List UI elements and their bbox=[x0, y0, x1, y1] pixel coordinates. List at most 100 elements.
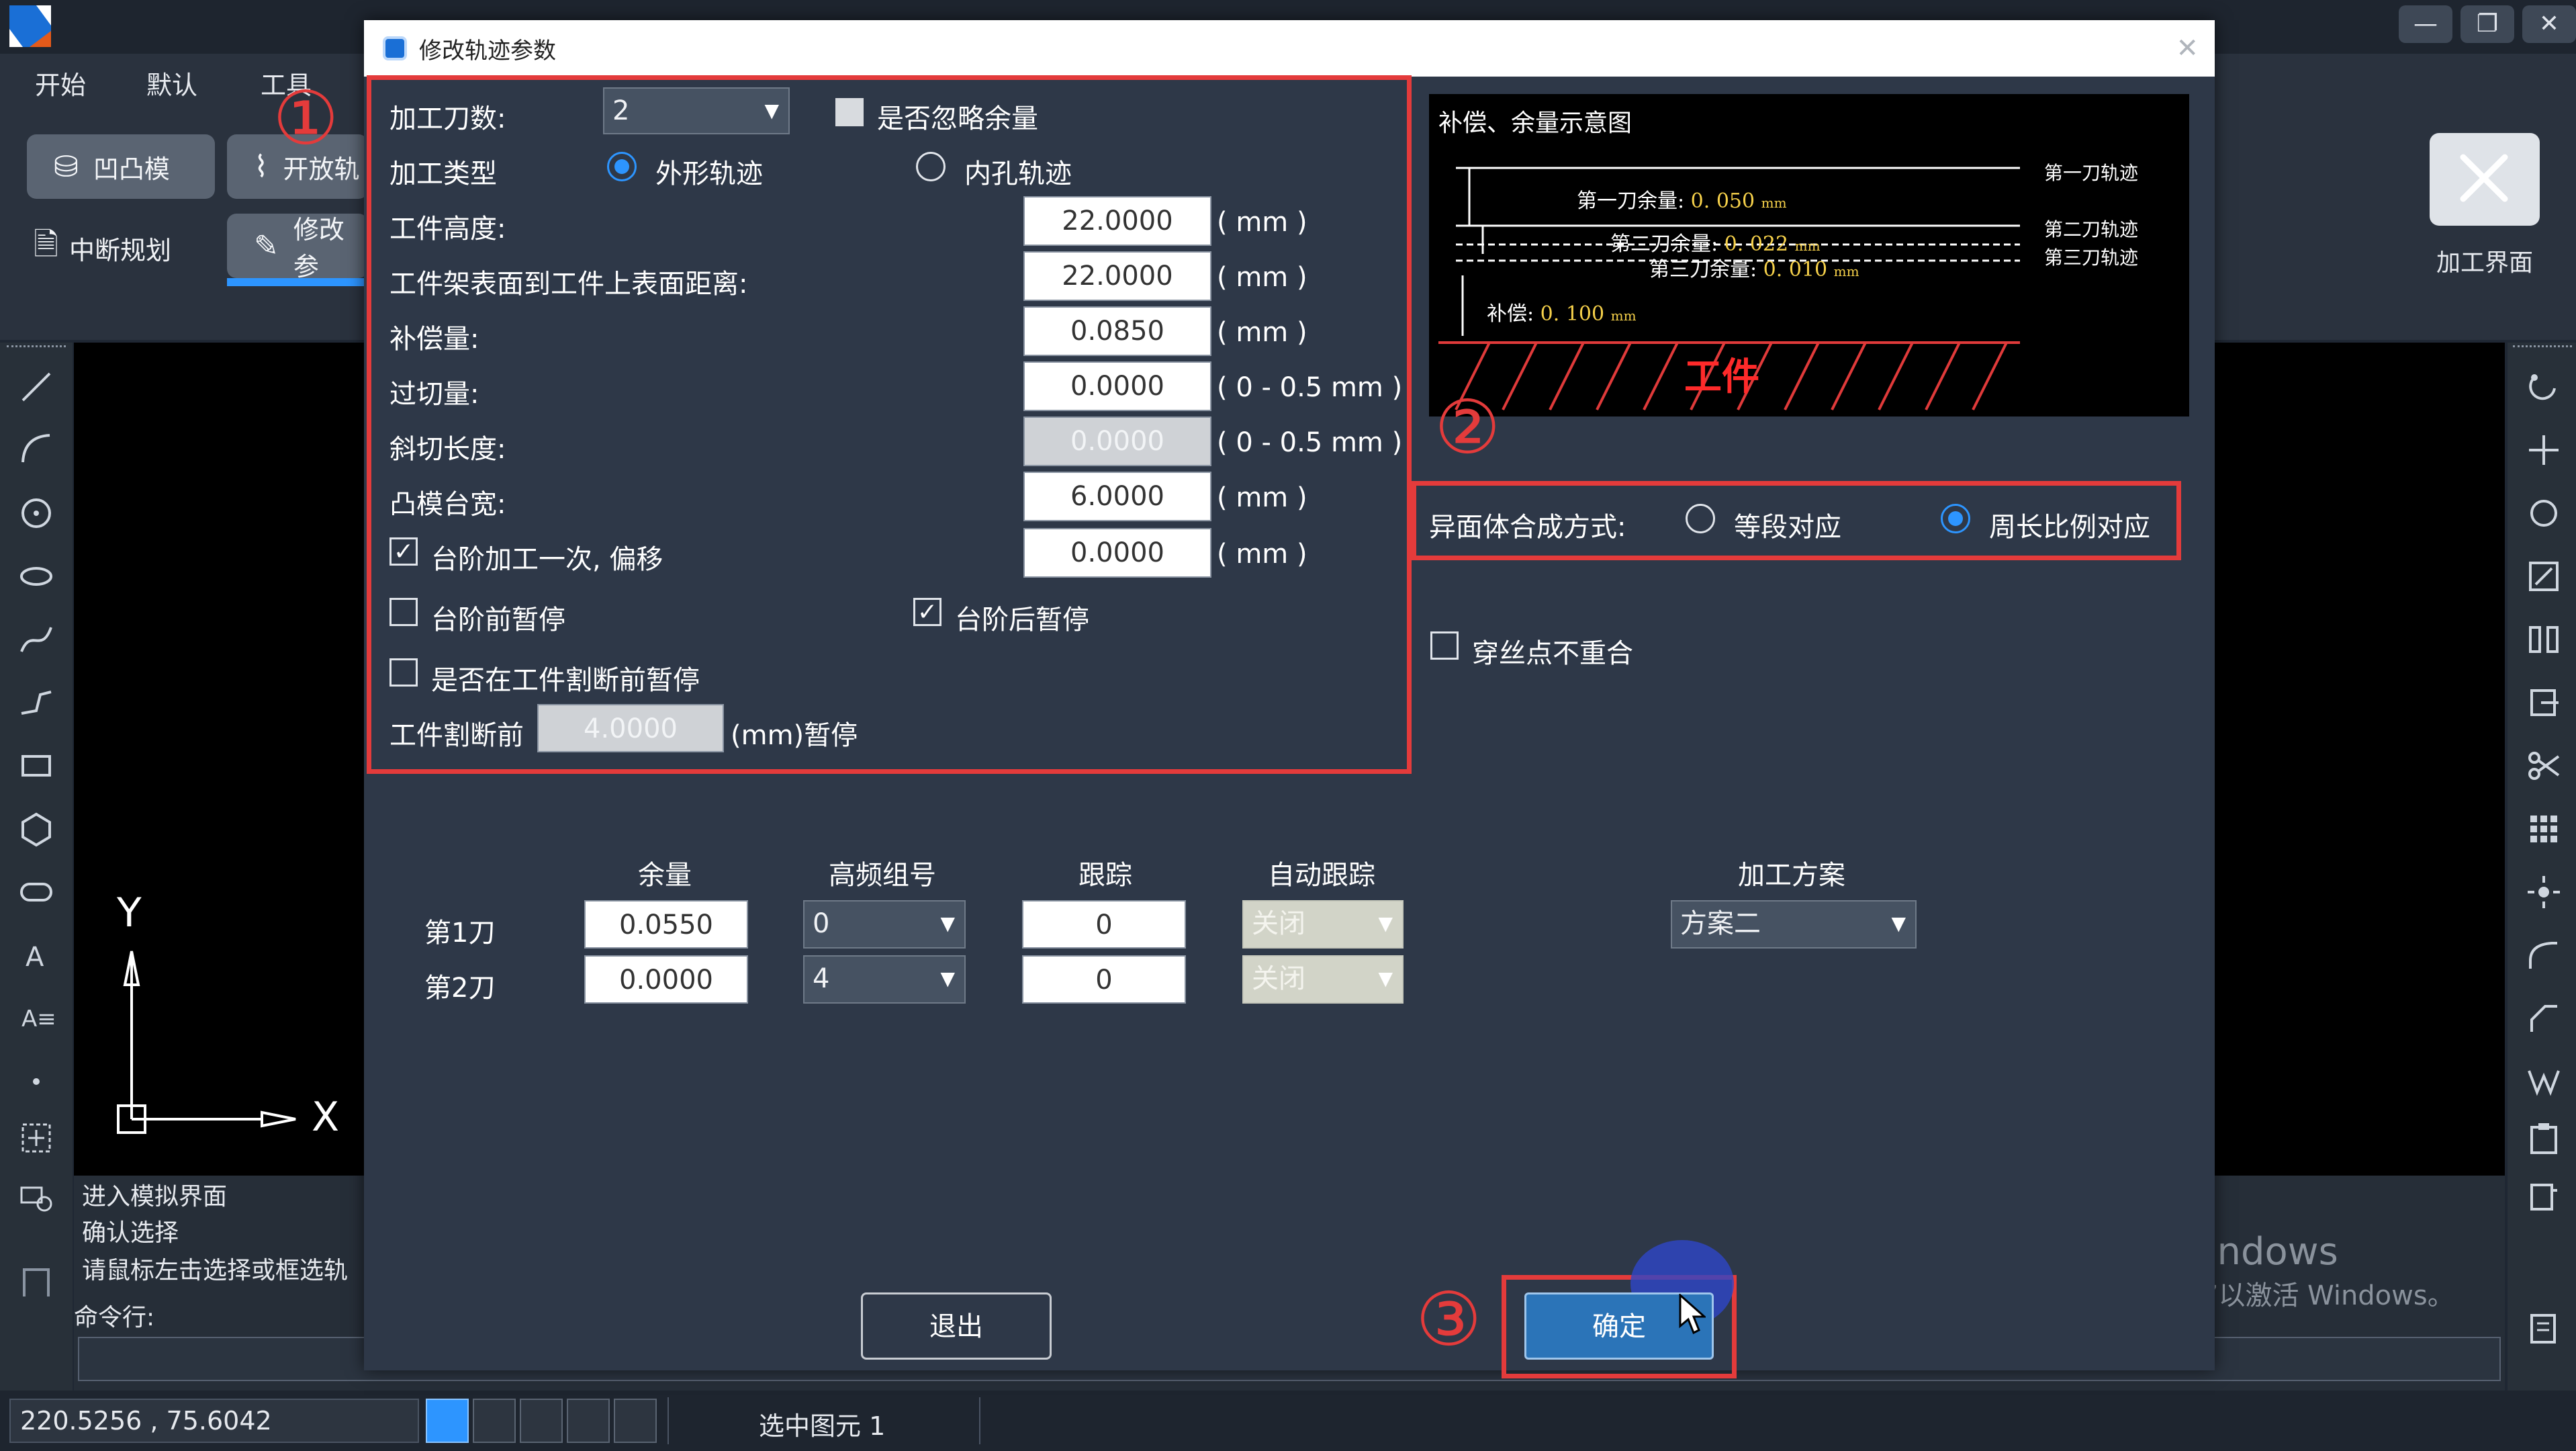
spline-tool-icon[interactable] bbox=[17, 621, 55, 658]
mirror-icon[interactable] bbox=[2525, 621, 2563, 658]
step-offset-unit: ( mm ) bbox=[1217, 539, 1307, 570]
rack-distance-input[interactable]: 22.0000 bbox=[1023, 251, 1211, 301]
overcut-label: 过切量: bbox=[389, 379, 479, 410]
row2-auto-tracking-select: 关闭 ▼ bbox=[1242, 955, 1404, 1004]
simulate-tool-icon[interactable] bbox=[17, 1178, 55, 1216]
dialog-title-bar: 修改轨迹参数 ✕ bbox=[364, 20, 2215, 77]
arc-tool-icon[interactable] bbox=[17, 430, 55, 468]
chamfer-icon[interactable] bbox=[2525, 1000, 2563, 1037]
explode-icon[interactable] bbox=[2525, 873, 2563, 911]
row2-tracking-input[interactable]: 0 bbox=[1022, 955, 1186, 1004]
polyline-tool-icon[interactable] bbox=[17, 684, 55, 721]
pause-before-cut-checkbox[interactable] bbox=[389, 658, 418, 687]
list-doc-icon[interactable] bbox=[2525, 1310, 2563, 1348]
circle-tool-icon[interactable] bbox=[17, 494, 55, 532]
punch-width-input[interactable]: 6.0000 bbox=[1023, 472, 1211, 521]
menu-default[interactable]: 默认 bbox=[146, 64, 197, 101]
object-snap-button[interactable] bbox=[614, 1399, 657, 1443]
ellipse-tool-icon[interactable] bbox=[17, 558, 55, 595]
frame-tool-icon[interactable] bbox=[17, 1263, 55, 1301]
equal-segment-radio[interactable] bbox=[1686, 504, 1715, 533]
row1-allowance-input[interactable]: 0.0550 bbox=[584, 900, 748, 949]
col-header-allowance: 余量 bbox=[638, 860, 692, 891]
dialog-close-icon[interactable]: ✕ bbox=[2176, 33, 2199, 64]
point-tool-icon[interactable] bbox=[17, 1063, 55, 1100]
workpiece-height-label: 工件高度: bbox=[389, 214, 506, 245]
slot-tool-icon[interactable] bbox=[17, 873, 55, 911]
circle-rotate-icon[interactable] bbox=[2525, 494, 2563, 532]
scale-icon[interactable] bbox=[2525, 558, 2563, 595]
polygon-tool-icon[interactable] bbox=[17, 810, 55, 848]
chevron-down-icon: ▼ bbox=[764, 99, 779, 122]
compensation-input[interactable]: 0.0850 bbox=[1023, 306, 1211, 356]
text-style-tool-icon[interactable]: A≡ bbox=[17, 1000, 55, 1037]
plan-select[interactable]: 方案二 ▼ bbox=[1671, 900, 1917, 949]
polar-mode-button[interactable] bbox=[567, 1399, 610, 1443]
array-icon[interactable] bbox=[2525, 810, 2563, 848]
modify-params-button[interactable]: ✎ 修改参 bbox=[227, 214, 368, 281]
pause-before-step-label: 台阶前暂停 bbox=[431, 605, 565, 635]
exit-button[interactable]: 退出 bbox=[861, 1292, 1052, 1360]
compensation-label: 补偿量: bbox=[389, 324, 479, 355]
cut-count-value: 2 bbox=[612, 95, 630, 126]
process-ui-label: 加工界面 bbox=[2436, 249, 2533, 277]
line-tool-icon[interactable] bbox=[17, 368, 55, 406]
row2-auto-tracking-value: 关闭 bbox=[1252, 963, 1305, 994]
inner-track-radio[interactable] bbox=[916, 152, 946, 181]
row2-freq-group-value: 4 bbox=[813, 963, 830, 994]
punch-width-label: 凸模台宽: bbox=[389, 489, 506, 520]
axis-x-label: X bbox=[312, 1094, 340, 1141]
overcut-input[interactable]: 0.0000 bbox=[1023, 361, 1211, 411]
minimize-button[interactable]: — bbox=[2399, 5, 2452, 43]
process-ui-button[interactable] bbox=[2430, 133, 2540, 226]
dialog-title: 修改轨迹参数 bbox=[419, 37, 556, 64]
node-edit-icon[interactable] bbox=[2525, 1063, 2563, 1100]
wire-point-label: 穿丝点不重合 bbox=[1472, 638, 1633, 669]
selection-count: 选中图元 1 bbox=[759, 1411, 886, 1441]
text-tool-icon[interactable]: A bbox=[17, 936, 55, 974]
plan-label: 加工方案 bbox=[1738, 860, 1845, 891]
step-once-checkbox[interactable]: ✓ bbox=[389, 537, 418, 566]
app-logo-icon bbox=[9, 5, 51, 47]
offset-icon[interactable] bbox=[2525, 684, 2563, 721]
ignore-allowance-checkbox[interactable] bbox=[835, 98, 864, 126]
outer-track-radio[interactable] bbox=[607, 152, 637, 181]
rotate-icon[interactable] bbox=[2525, 368, 2563, 406]
punch-width-unit: ( mm ) bbox=[1217, 482, 1307, 513]
restore-button[interactable]: ❐ bbox=[2460, 5, 2514, 43]
snap-mode-button[interactable] bbox=[426, 1399, 469, 1443]
snap-tool-icon[interactable] bbox=[17, 1119, 55, 1157]
cmd-history-line: 进入模拟界面 bbox=[82, 1183, 228, 1211]
plan-value: 方案二 bbox=[1680, 908, 1761, 939]
ignore-allowance-label: 是否忽略余量 bbox=[877, 103, 1038, 134]
scissors-icon[interactable] bbox=[2525, 747, 2563, 785]
step-offset-input[interactable]: 0.0000 bbox=[1023, 528, 1211, 578]
fillet-icon[interactable] bbox=[2525, 936, 2563, 974]
move-icon[interactable] bbox=[2525, 431, 2563, 469]
perimeter-ratio-radio[interactable] bbox=[1941, 504, 1970, 533]
row2-freq-group-select[interactable]: 4 ▼ bbox=[803, 955, 966, 1004]
row2-name: 第2刀 bbox=[424, 973, 496, 1004]
workpiece-height-input[interactable]: 22.0000 bbox=[1023, 196, 1211, 246]
wire-point-checkbox[interactable] bbox=[1430, 631, 1459, 660]
close-app-button[interactable]: ✕ bbox=[2522, 5, 2576, 43]
grid-mode-button[interactable] bbox=[520, 1399, 563, 1443]
row1-auto-tracking-value: 关闭 bbox=[1252, 908, 1305, 939]
row2-allowance-input[interactable]: 0.0000 bbox=[584, 955, 748, 1004]
menu-start[interactable]: 开始 bbox=[35, 64, 86, 101]
cut-count-select[interactable]: 2 ▼ bbox=[603, 87, 790, 134]
row1-tracking-input[interactable]: 0 bbox=[1022, 900, 1186, 949]
pause-after-step-checkbox[interactable]: ✓ bbox=[913, 598, 941, 626]
interrupt-plan-button[interactable]: 🗎 中断规划 bbox=[34, 222, 171, 274]
ortho-mode-button[interactable] bbox=[473, 1399, 516, 1443]
track3-label: 第三刀轨迹 bbox=[2044, 247, 2139, 269]
clipboard-icon[interactable] bbox=[2525, 1119, 2563, 1157]
chevron-down-icon: ▼ bbox=[1378, 967, 1393, 990]
rectangle-tool-icon[interactable] bbox=[17, 747, 55, 785]
cut-count-label: 加工刀数: bbox=[389, 103, 506, 134]
copy-icon[interactable] bbox=[2525, 1178, 2563, 1216]
pause-before-step-checkbox[interactable] bbox=[389, 598, 418, 626]
row1-freq-group-select[interactable]: 0 ▼ bbox=[803, 900, 966, 949]
mold-button[interactable]: ⛁ 凹凸模 bbox=[27, 134, 215, 199]
outer-track-label: 外形轨迹 bbox=[655, 159, 763, 189]
